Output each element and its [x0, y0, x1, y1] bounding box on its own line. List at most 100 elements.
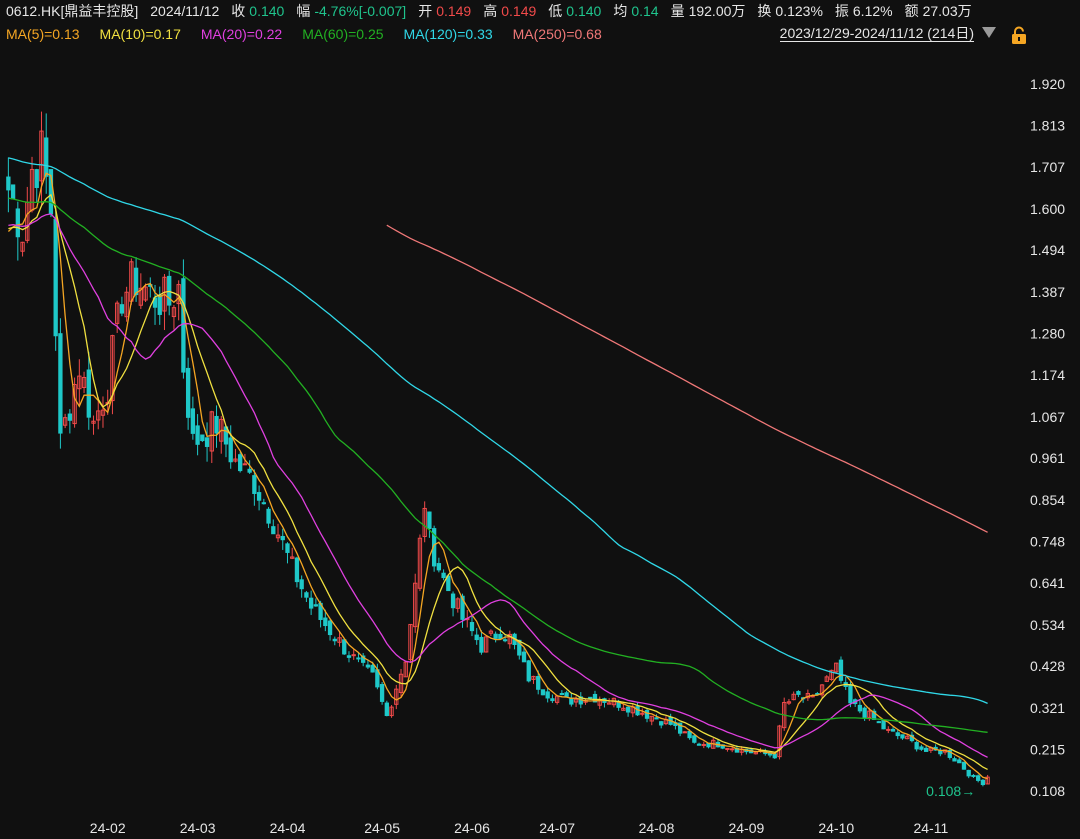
- candle-body: [285, 543, 290, 553]
- date-range-selector[interactable]: 2023/12/29-2024/11/12 (214日): [779, 25, 974, 42]
- change-label: 幅: [296, 3, 311, 19]
- candle-body: [327, 620, 333, 636]
- ma-line: [8, 197, 988, 733]
- candle-body: [190, 408, 196, 434]
- x-tick-label: 24-04: [270, 820, 306, 836]
- candle-body: [559, 693, 565, 696]
- y-tick-label: 0.321: [1030, 700, 1065, 716]
- y-tick-label: 1.600: [1030, 201, 1065, 217]
- low-annotation-label: 0.108→: [926, 783, 975, 799]
- close-label: 收: [231, 3, 246, 19]
- candle-body: [536, 676, 541, 690]
- candle-body: [261, 502, 266, 505]
- candle-body: [181, 278, 186, 373]
- y-tick-label: 0.215: [1030, 741, 1065, 757]
- y-tick-label: 1.813: [1030, 118, 1065, 134]
- candle-body: [654, 717, 659, 720]
- ma60-legend[interactable]: MA(60)=0.25: [302, 26, 383, 42]
- open-label: 开: [418, 3, 433, 19]
- candle-body: [379, 684, 385, 702]
- candlestick-chart[interactable]: 1.920 1.813 1.707 1.600 1.494 1.387 1.280 1.174…: [0, 46, 1080, 839]
- stock-code[interactable]: 0612.HK[鼎益丰控股]: [6, 1, 138, 21]
- y-tick-label: 1.174: [1030, 367, 1065, 383]
- ma5-legend[interactable]: MA(5)=0.13: [6, 26, 80, 42]
- ma120-legend[interactable]: MA(120)=0.33: [404, 26, 493, 42]
- ma20-legend[interactable]: MA(20)=0.22: [201, 26, 282, 42]
- amplitude-value: 6.12%: [852, 3, 893, 19]
- candle-body: [15, 208, 20, 238]
- candle-body: [493, 633, 498, 639]
- candle-body: [34, 169, 39, 188]
- x-tick-label: 24-02: [90, 820, 126, 836]
- candle-body: [280, 536, 285, 541]
- y-tick-label: 1.067: [1030, 409, 1065, 425]
- candle-body: [10, 184, 16, 200]
- candle-body: [256, 492, 262, 501]
- high-value: 0.149: [501, 3, 537, 19]
- candle-body: [384, 702, 389, 717]
- y-tick-label: 0.534: [1030, 617, 1065, 633]
- candle-body: [692, 735, 697, 743]
- candle-body: [441, 572, 446, 579]
- low-field: 低 0.140: [548, 1, 601, 21]
- low-value: 0.140: [566, 3, 602, 19]
- open-field: 开 0.149: [418, 1, 471, 21]
- candle-body: [862, 707, 867, 719]
- candle-body: [521, 651, 527, 663]
- candle-body: [450, 593, 456, 609]
- candle-body: [919, 746, 924, 750]
- candle-body: [923, 747, 929, 752]
- avg-value: 0.14: [631, 3, 659, 19]
- lock-icon[interactable]: [1010, 26, 1028, 44]
- candle-body: [796, 691, 801, 695]
- candle-body: [308, 597, 314, 609]
- candle-body: [976, 775, 981, 781]
- candle-body: [952, 758, 957, 762]
- candle-body: [625, 706, 631, 713]
- candle-body: [545, 691, 550, 699]
- quote-header: 0612.HK[鼎益丰控股] 2024/11/12 收 0.140 幅 -4.76%…: [0, 0, 1080, 22]
- y-tick-label: 0.641: [1030, 575, 1065, 591]
- y-tick-label: 0.748: [1030, 533, 1065, 549]
- candle-body: [526, 660, 531, 682]
- amount-value: 27.03万: [922, 3, 972, 19]
- candle-body: [86, 369, 91, 418]
- triangle-down-icon[interactable]: [982, 27, 996, 38]
- candle-body: [895, 732, 900, 737]
- change-value: -4.76%[-0.007]: [314, 3, 407, 19]
- candle-body: [195, 425, 200, 445]
- candle-body: [299, 579, 304, 590]
- volume-value: 192.00万: [688, 3, 746, 19]
- candle-body: [67, 413, 73, 421]
- candle-body: [971, 774, 976, 777]
- candle-body: [900, 734, 905, 739]
- candle-body: [550, 698, 555, 702]
- change-field: 幅 -4.76%[-0.007]: [296, 1, 406, 21]
- candle-body: [185, 367, 191, 418]
- candle-body: [252, 475, 257, 494]
- ma-line: [8, 157, 988, 704]
- y-tick-label: 1.920: [1030, 76, 1065, 92]
- ma250-legend[interactable]: MA(250)=0.68: [513, 26, 602, 42]
- volume-label: 量: [670, 3, 685, 19]
- candle-body: [479, 636, 484, 653]
- candle-body: [857, 704, 863, 712]
- close-value: 0.140: [249, 3, 285, 19]
- candle-body: [966, 769, 971, 777]
- candle-body: [53, 218, 58, 337]
- ma10-legend[interactable]: MA(10)=0.17: [100, 26, 181, 42]
- candle-body: [44, 137, 49, 177]
- high-field: 高 0.149: [483, 1, 536, 21]
- candle-body: [247, 468, 252, 473]
- candle-body: [133, 267, 139, 296]
- candle-body: [294, 557, 300, 583]
- ma-line: [7, 172, 988, 780]
- x-tick-label: 24-07: [539, 820, 575, 836]
- y-tick-label: 0.854: [1030, 492, 1065, 508]
- candle-body: [204, 437, 210, 447]
- y-tick-label: 1.280: [1030, 326, 1065, 342]
- candle-body: [961, 761, 967, 770]
- x-tick-label: 24-06: [454, 820, 490, 836]
- candle-body: [980, 779, 986, 786]
- candle-body: [238, 454, 243, 472]
